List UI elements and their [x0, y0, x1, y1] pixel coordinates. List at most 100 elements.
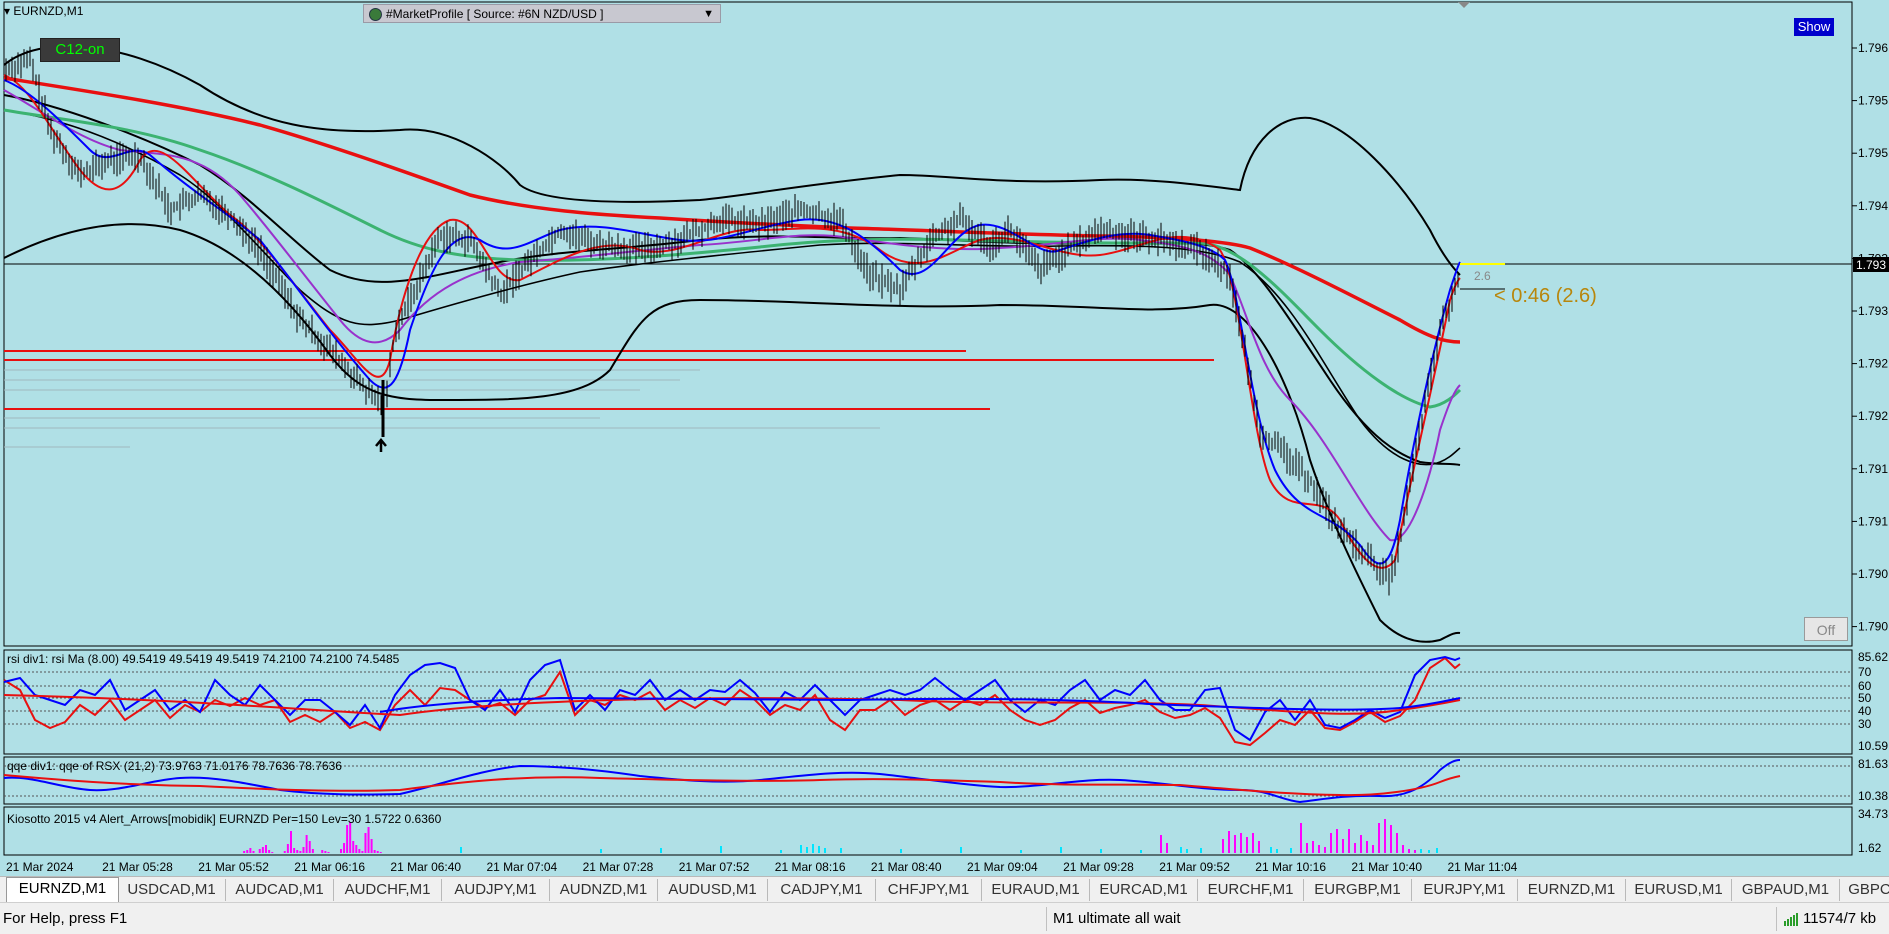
histogram-bar [265, 845, 267, 853]
histogram-bar [600, 849, 602, 853]
histogram-bar [1336, 829, 1338, 853]
green-ma [3, 108, 1462, 409]
symbol-tab[interactable]: GBPC [1840, 879, 1889, 901]
qqe-indicator-label: qqe div1: qqe of RSX (21,2) 73.9763 71.0… [7, 759, 342, 773]
histogram-bar [1342, 839, 1344, 853]
status-mode-text: M1 ultimate all wait [1053, 910, 1181, 927]
symbol-tab[interactable]: GBPAUD,M1 [1732, 879, 1840, 901]
rsi-axis-label: 40 [1858, 704, 1872, 718]
histogram-bar [243, 851, 246, 853]
histogram-bar [1166, 843, 1168, 853]
symbol-tab[interactable]: USDCAD,M1 [118, 879, 226, 901]
spread-label: 2.6 [1474, 269, 1491, 283]
symbol-tab[interactable]: EURNZD,M1 [1518, 879, 1626, 901]
price-axis-label: 1.792 [1858, 357, 1888, 371]
histogram-bar [960, 847, 962, 853]
time-axis-label: 21 Mar 05:28 [102, 860, 173, 874]
histogram-bar [1186, 849, 1188, 853]
histogram-bar [1312, 841, 1314, 853]
time-axis-label: 21 Mar 07:28 [583, 860, 654, 874]
histogram-bar [1414, 850, 1416, 853]
dropdown-arrow-icon[interactable]: ▼ [703, 5, 714, 24]
histogram-bar [370, 839, 373, 853]
histogram-bar [1408, 849, 1410, 853]
symbol-tab-bar: EURNZD,M1 USDCAD,M1 AUDCAD,M1 AUDCHF,M1 AUDJ… [0, 876, 1889, 903]
histogram-bar [352, 841, 355, 853]
histogram-bar [364, 833, 367, 853]
histogram-bar [824, 848, 826, 853]
time-axis-label: 21 Mar 11:04 [1448, 860, 1518, 874]
market-profile-dropdown[interactable]: #MarketProfile [ Source: #6N NZD/USD ] ▼ [363, 4, 721, 23]
histogram-bar [324, 851, 327, 853]
main-chart-frame [3, 1, 1853, 647]
histogram-bar [1160, 835, 1162, 853]
histogram-bar [812, 844, 814, 853]
histogram-bar [780, 850, 782, 853]
status-traffic-text: 11574/7 kb [1803, 910, 1877, 927]
chart-menu-icon[interactable]: ▾ [4, 4, 10, 18]
rsi-axis-label: 50 [1858, 691, 1872, 705]
chart-area[interactable]: 1.796 1.795 1.795 1.794 1.793 1.793 1.792 1.792… [0, 0, 1889, 876]
off-button[interactable]: Off [1804, 617, 1848, 641]
histogram-bar [346, 825, 349, 853]
status-bar: For Help, press F1 M1 ultimate all wait … [0, 902, 1889, 934]
up-arrow-marker [375, 438, 387, 452]
histogram-bar [1306, 843, 1308, 853]
symbol-tab[interactable]: EURJPY,M1 [1412, 879, 1518, 901]
price-chart-canvas[interactable]: 1.796 1.795 1.795 1.794 1.793 1.793 1.792 1.792… [0, 0, 1889, 876]
qqe-axis-label: 81.63 [1858, 757, 1888, 771]
symbol-tab[interactable]: EURCHF,M1 [1198, 879, 1304, 901]
time-axis-label: 21 Mar 07:04 [487, 860, 558, 874]
histogram-bar [1354, 843, 1356, 853]
histogram-bar [1222, 839, 1224, 853]
histogram-bar [1234, 835, 1236, 853]
histogram-bar [321, 850, 324, 853]
histogram-bar [1378, 823, 1380, 853]
symbol-tab[interactable]: EURUSD,M1 [1626, 879, 1732, 901]
show-button[interactable]: Show [1794, 18, 1834, 36]
symbol-tab[interactable]: EURCAD,M1 [1090, 879, 1198, 901]
kiosotto-axis-label: 1.62 [1858, 841, 1882, 855]
histogram-bar [376, 851, 379, 853]
chart-symbol-title: ▾ EURNZD,M1 [4, 4, 84, 18]
histogram-bar [305, 835, 308, 853]
histogram-bar [302, 847, 305, 853]
red-ma-fast [3, 74, 1461, 569]
time-axis-label: 21 Mar 05:52 [198, 860, 269, 874]
scroll-marker [1458, 2, 1470, 8]
price-axis-label: 1.790 [1858, 567, 1888, 581]
histogram-bar [1060, 847, 1062, 853]
symbol-tab[interactable]: EURNZD,M1 [6, 877, 119, 903]
symbol-tab[interactable]: AUDNZD,M1 [550, 879, 658, 901]
c12-on-badge[interactable]: C12-on [40, 38, 120, 62]
histogram-bar [271, 852, 274, 853]
symbol-tab[interactable]: AUDCAD,M1 [226, 879, 334, 901]
histogram-bar [355, 845, 358, 853]
price-axis-label: 1.791 [1858, 514, 1888, 528]
qqe-axis-label: 10.38 [1858, 789, 1888, 803]
symbol-tab[interactable]: CADJPY,M1 [768, 879, 876, 901]
histogram-bar [1258, 841, 1260, 853]
qqe-red-line [3, 774, 1461, 797]
histogram-bar [343, 843, 346, 853]
symbol-tab[interactable]: CHFJPY,M1 [876, 879, 982, 901]
histogram-bar [1420, 849, 1422, 853]
symbol-tab[interactable]: EURAUD,M1 [982, 879, 1090, 901]
histogram-bar [840, 848, 842, 853]
symbol-tab[interactable]: AUDUSD,M1 [658, 879, 768, 901]
price-axis-label: 1.795 [1858, 146, 1888, 160]
blue-ma [3, 79, 1461, 565]
histogram-bar [1402, 845, 1404, 853]
price-axis-label: 1.795 [1858, 94, 1888, 108]
price-axis: 1.796 1.795 1.795 1.794 1.793 1.793 1.792 1.792… [1852, 41, 1888, 634]
symbol-tab[interactable]: AUDCHF,M1 [334, 879, 442, 901]
rsi-axis-label: 10.59 [1858, 739, 1888, 753]
symbol-tab[interactable]: AUDJPY,M1 [442, 879, 550, 901]
histogram-bar [1180, 847, 1182, 853]
symbol-tab[interactable]: EURGBP,M1 [1304, 879, 1412, 901]
price-axis-label: 1.790 [1858, 620, 1888, 634]
histogram-bar [349, 822, 352, 853]
black-ma-2 [3, 109, 1461, 466]
histogram-bar [1270, 847, 1272, 853]
histogram-bar [1140, 850, 1142, 853]
